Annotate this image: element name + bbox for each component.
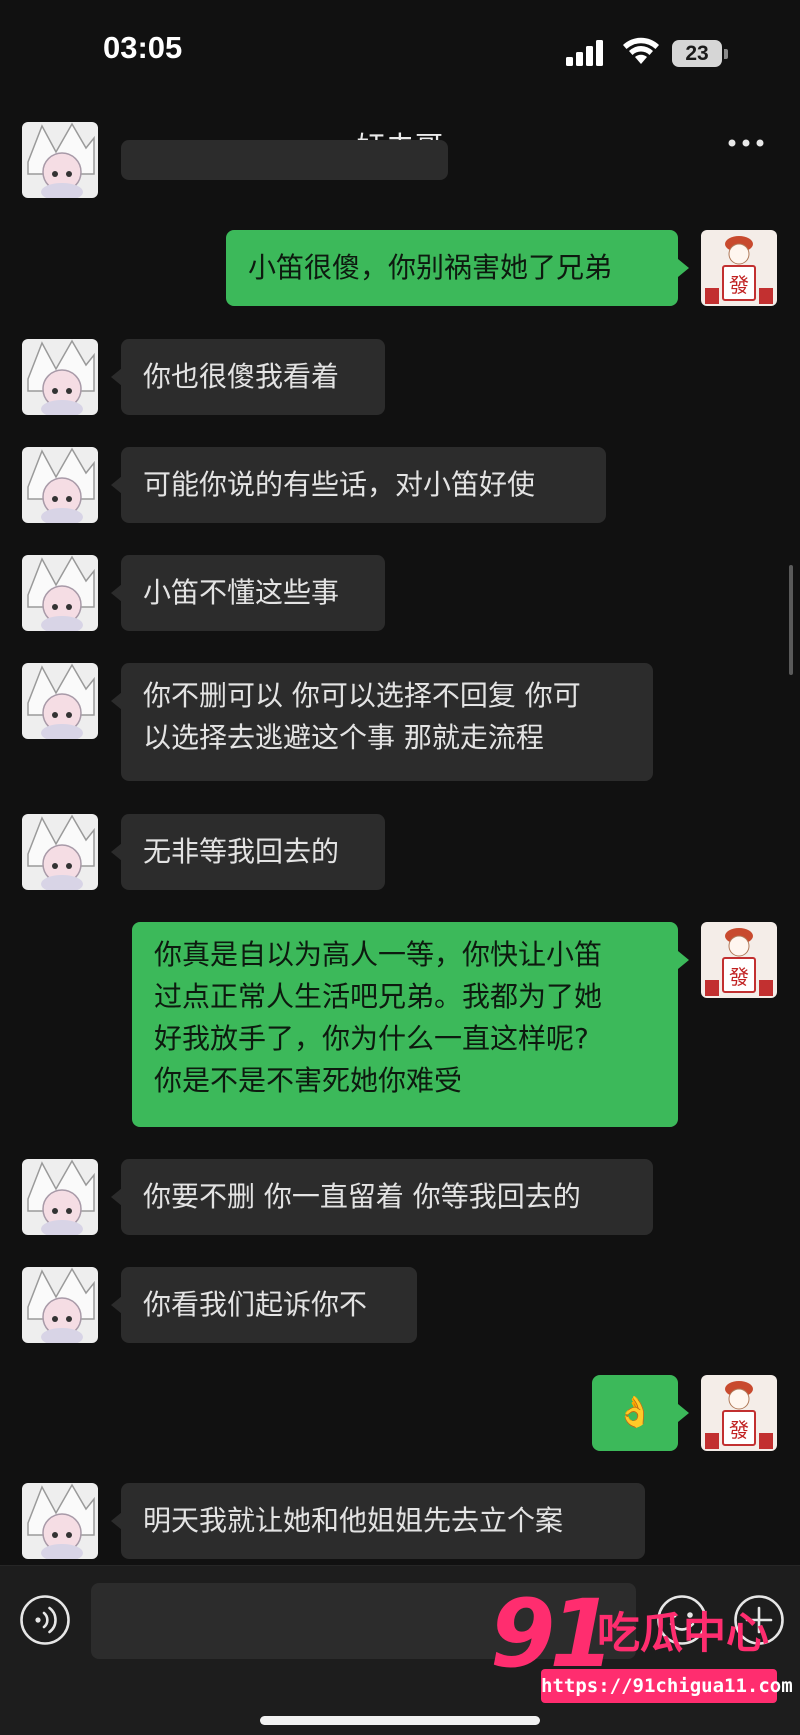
wifi-icon xyxy=(622,36,660,70)
message-text: 你看我们起诉你不 xyxy=(143,1288,368,1321)
cellular-signal-icon xyxy=(566,40,606,70)
svg-text:發: 發 xyxy=(729,1418,749,1442)
message-bubble[interactable]: 可能你说的有些话，对小笛好使 xyxy=(121,447,606,523)
message-bubble[interactable] xyxy=(121,140,448,180)
battery-indicator: 23 xyxy=(672,40,722,67)
message-line: 以选择去逃避这个事 那就走流程 xyxy=(143,721,544,754)
avatar[interactable] xyxy=(22,814,98,890)
message-bubble[interactable]: 你要不删 你一直留着 你等我回去的 xyxy=(121,1159,653,1235)
message-line: 过点正常人生活吧兄弟。我都为了她 xyxy=(154,980,603,1013)
message-text: 你真是自以为高人一等，你快让小笛 过点正常人生活吧兄弟。我都为了她 好我放手了，… xyxy=(154,934,602,1102)
watermark-name: 吃瓜中心 xyxy=(597,1609,769,1659)
message-line: 你不删可以 你可以选择不回复 你可 xyxy=(143,679,581,712)
avatar[interactable]: 發 xyxy=(701,230,777,306)
avatar[interactable] xyxy=(22,555,98,631)
avatar[interactable] xyxy=(22,1159,98,1235)
message-bubble[interactable]: 小笛不懂这些事 xyxy=(121,555,385,631)
message-line: 你是不是不害死她你难受 xyxy=(154,1064,463,1097)
bubble-tail xyxy=(678,259,689,277)
avatar[interactable]: 發 xyxy=(701,922,777,998)
message-bubble[interactable]: 你也很傻我看着 xyxy=(121,339,385,415)
bubble-tail xyxy=(678,951,689,969)
message-bubble[interactable]: 你不删可以 你可以选择不回复 你可 以选择去逃避这个事 那就走流程 xyxy=(121,663,653,781)
site-watermark: 91 吃瓜中心 https://91chigua11.com xyxy=(480,1585,800,1735)
chat-screen: 03:05 23 奸夫哥 xyxy=(0,0,800,1735)
svg-text:發: 發 xyxy=(729,273,749,297)
status-bar: 03:05 23 xyxy=(0,0,800,110)
avatar[interactable] xyxy=(22,122,98,198)
avatar[interactable] xyxy=(22,663,98,739)
avatar[interactable] xyxy=(22,447,98,523)
avatar[interactable] xyxy=(22,1267,98,1343)
voice-icon[interactable] xyxy=(19,1594,71,1650)
message-bubble[interactable]: 无非等我回去的 xyxy=(121,814,385,890)
home-indicator[interactable] xyxy=(260,1716,540,1725)
message-list[interactable]: 小笛很傻，你别祸害她了兄弟 發 你也很傻我看着 可能你说的有些话，对小笛好使 小… xyxy=(0,122,800,1565)
ok-hand-emoji: 👌 xyxy=(616,1395,654,1430)
scrollbar[interactable] xyxy=(789,565,793,675)
message-text: 你要不删 你一直留着 你等我回去的 xyxy=(143,1180,581,1213)
message-text: 小笛不懂这些事 xyxy=(143,576,340,609)
more-dots-icon[interactable] xyxy=(726,128,766,162)
message-bubble[interactable]: 明天我就让她和他姐姐先去立个案 xyxy=(121,1483,645,1559)
message-bubble[interactable]: 你真是自以为高人一等，你快让小笛 过点正常人生活吧兄弟。我都为了她 好我放手了，… xyxy=(132,922,678,1127)
message-text: 可能你说的有些话，对小笛好使 xyxy=(143,468,536,501)
avatar[interactable]: 發 xyxy=(701,1375,777,1451)
message-bubble[interactable]: 👌 xyxy=(592,1375,678,1451)
avatar[interactable] xyxy=(22,1483,98,1559)
watermark-url: https://91chigua11.com xyxy=(541,1669,793,1703)
bubble-tail xyxy=(678,1404,689,1422)
message-line: 你真是自以为高人一等，你快让小笛 xyxy=(154,938,603,971)
message-text: 小笛很傻，你别祸害她了兄弟 xyxy=(248,251,613,284)
message-bubble[interactable]: 小笛很傻，你别祸害她了兄弟 xyxy=(226,230,678,306)
message-text: 你不删可以 你可以选择不回复 你可 以选择去逃避这个事 那就走流程 xyxy=(143,675,581,759)
message-text: 无非等我回去的 xyxy=(143,835,340,868)
message-line: 好我放手了，你为什么一直这样呢? xyxy=(154,1022,589,1055)
message-text: 你也很傻我看着 xyxy=(143,360,340,393)
message-bubble[interactable]: 你看我们起诉你不 xyxy=(121,1267,417,1343)
svg-text:發: 發 xyxy=(729,965,749,989)
battery-tip xyxy=(724,49,728,59)
avatar[interactable] xyxy=(22,339,98,415)
status-time: 03:05 xyxy=(103,30,183,65)
message-text: 明天我就让她和他姐姐先去立个案 xyxy=(143,1504,564,1537)
